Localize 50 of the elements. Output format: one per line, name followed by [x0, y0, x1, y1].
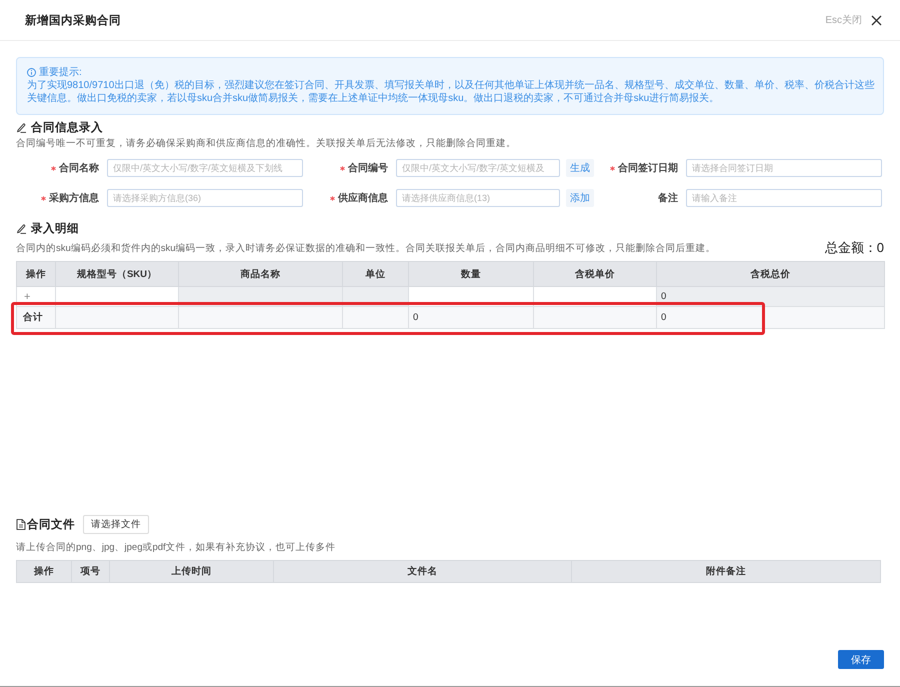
- action-button[interactable]: 生成: [566, 159, 594, 177]
- field-label: 备注: [658, 191, 678, 205]
- column-header: 文件名: [274, 560, 572, 582]
- column-header: 上传时间: [110, 560, 274, 582]
- input-field[interactable]: 仅限中/英文大小写/数字/英文短横及下划线: [107, 159, 303, 177]
- column-header: 规格型号（SKU）: [56, 262, 178, 286]
- close-button[interactable]: [871, 14, 882, 26]
- table-cell: 0: [656, 306, 884, 328]
- table-cell: [342, 306, 408, 328]
- close-icon: [871, 14, 882, 26]
- field-label: 供应商信息: [338, 191, 388, 205]
- dialog-title: 新增国内采购合同: [25, 13, 122, 28]
- column-header: 含税单价: [534, 262, 656, 286]
- save-button[interactable]: 保存: [838, 650, 884, 669]
- section-description: 合同编号唯一不可重复，请务必确保采购商和供应商信息的准确性。关联报关单后无法修改，只能删除合同重建。: [16, 138, 517, 150]
- section-description: 合同内的sku编码必须和货件内的sku编码一致，录入时请务必保证数据的准确和一致性。合同关联报关单后，合同内商品明细不可修改，只能删除合同后重建。: [16, 242, 716, 254]
- section-title: 合同文件: [27, 517, 75, 532]
- input-field[interactable]: 请选择合同签订日期: [686, 159, 882, 177]
- column-header: 商品名称: [178, 262, 342, 286]
- field-label: 合同名称: [59, 162, 99, 175]
- pencil-icon: [16, 122, 27, 132]
- column-header: 含税总价: [656, 262, 884, 286]
- notice-text: 为了实现9810/9710出口退（免）税的目标，强烈建议您在签订合同、开具发票、填写报关单时，以及任何其他单证上体现并统一品名、规格型号、成交单位、数量、单价、税率、价税合计这些关键信息。做出口免税的卖家，若以母sku合并sku做简易报关，需要在上述单证中均统一体现母sku。做出口退税的卖家，不可通过合并母sku进行简易报关。: [27, 79, 876, 105]
- column-header: 附件备注: [572, 560, 880, 582]
- action-button[interactable]: 添加: [566, 189, 594, 207]
- column-header: 操作: [16, 262, 56, 286]
- section-description: 请上传合同的png、jpg、jpeg或pdf文件，如果有补充协议，也可上传多件: [16, 542, 337, 554]
- table-cell: 合计: [16, 306, 56, 328]
- input-field[interactable]: 请输入备注: [686, 189, 882, 207]
- section-title: 合同信息录入: [31, 120, 103, 134]
- add-button[interactable]: +: [21, 290, 30, 302]
- close-hint: Esc关闭: [825, 14, 862, 27]
- choose-file-button[interactable]: 请选择文件: [83, 515, 149, 534]
- total-amount: 总金额：0: [824, 239, 884, 257]
- notice-heading: 重要提示:: [39, 66, 82, 79]
- table-cell: 0: [408, 306, 534, 328]
- column-header: 数量: [408, 262, 534, 286]
- column-header: 项号: [72, 560, 110, 582]
- input-field[interactable]: 请选择供应商信息(13): [396, 189, 560, 207]
- input-field[interactable]: 仅限中/英文大小写/数字/英文短横及: [396, 159, 560, 177]
- field-label: 合同编号: [348, 162, 388, 175]
- input-field[interactable]: 请选择采购方信息(36): [107, 189, 303, 207]
- document-icon: [16, 519, 26, 530]
- info-icon: [27, 68, 36, 77]
- field-label: 采购方信息: [49, 191, 99, 205]
- pencil-icon: [16, 222, 27, 234]
- field-label: 合同签订日期: [618, 162, 678, 175]
- column-header: 单位: [342, 262, 408, 286]
- column-header: 操作: [16, 560, 72, 582]
- section-title: 录入明细: [31, 221, 79, 236]
